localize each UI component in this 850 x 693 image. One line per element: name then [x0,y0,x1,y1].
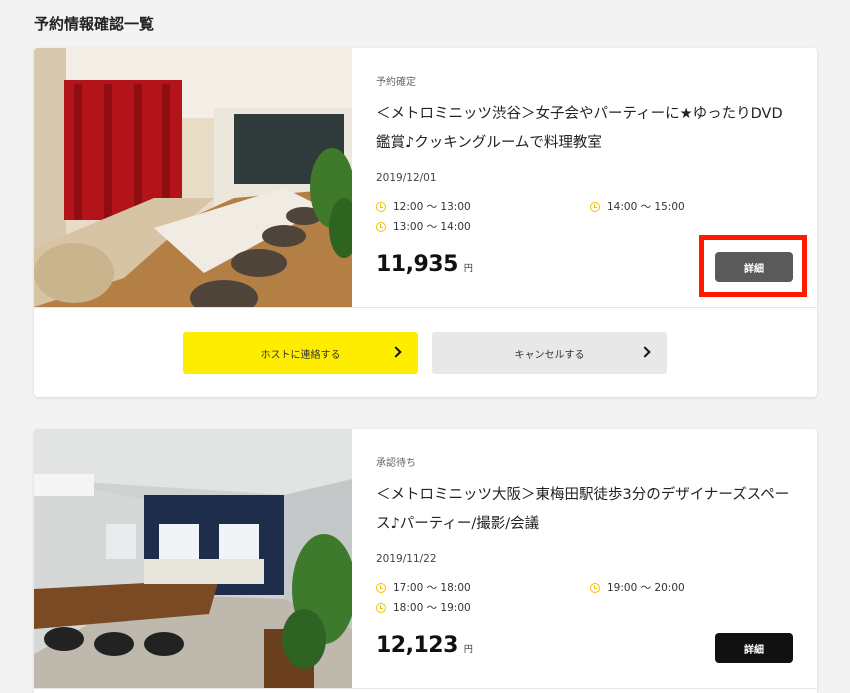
time-slot: 19:00 〜 20:00 [590,580,685,595]
page-title: 予約情報確認一覧 [34,15,155,33]
time-slot: 18:00 〜 19:00 [376,600,471,615]
space-title: ＜メトロミニッツ渋谷＞女子会やパーティーに★ゆったりDVD鑑賞♪クッキングルーム… [376,106,783,151]
space-photo [34,48,352,307]
time-slot: 12:00 〜 13:00 [376,199,471,214]
status-badge: 承認待ち [376,458,416,469]
reservation-card: 予約確定 ＜メトロミニッツ渋谷＞女子会やパーティーに★ゆったりDVD鑑賞♪クッキ… [34,48,817,397]
cancel-button[interactable]: キャンセルする [432,332,667,374]
time-slot: 13:00 〜 14:00 [376,219,471,234]
price: 12,123 円 [376,633,473,658]
divider [34,688,817,689]
space-title: ＜メトロミニッツ大阪＞東梅田駅徒歩3分のデザイナーズスペース♪パーティー/撮影/… [376,487,790,532]
clock-icon [590,582,600,593]
reservation-date: 2019/11/22 [376,553,437,565]
time-slot-text: 14:00 〜 15:00 [607,201,685,213]
reservation-card: 承認待ち ＜メトロミニッツ大阪＞東梅田駅徒歩3分のデザイナーズスペース♪パーティ… [34,429,817,693]
clock-icon [376,582,386,593]
contact-host-button[interactable]: ホストに連絡する [183,332,418,374]
chevron-right-icon [639,346,651,358]
detail-button[interactable]: 詳細 [715,252,793,282]
contact-host-label: ホストに連絡する [260,349,341,361]
space-photo [34,429,352,688]
reservation-date: 2019/12/01 [376,172,437,184]
time-slot: 17:00 〜 18:00 [376,580,471,595]
clock-icon [376,602,386,613]
clock-icon [590,201,600,212]
status-badge: 予約確定 [376,77,416,88]
time-slot-text: 19:00 〜 20:00 [607,582,685,594]
price-amount: 12,123 [376,633,458,658]
cancel-label: キャンセルする [514,349,585,361]
clock-icon [376,201,386,212]
time-slot: 14:00 〜 15:00 [590,199,685,214]
time-slot-text: 12:00 〜 13:00 [393,201,471,213]
divider [34,307,817,308]
time-slot-text: 13:00 〜 14:00 [393,221,471,233]
reservation-info: 予約確定 ＜メトロミニッツ渋谷＞女子会やパーティーに★ゆったりDVD鑑賞♪クッキ… [376,48,817,307]
time-slot-text: 17:00 〜 18:00 [393,582,471,594]
price: 11,935 円 [376,252,473,277]
clock-icon [376,221,386,232]
chevron-right-icon [390,346,402,358]
price-amount: 11,935 [376,252,458,277]
reservation-info: 承認待ち ＜メトロミニッツ大阪＞東梅田駅徒歩3分のデザイナーズスペース♪パーティ… [376,429,817,688]
time-slot-text: 18:00 〜 19:00 [393,602,471,614]
price-unit: 円 [463,645,473,655]
price-unit: 円 [463,264,473,274]
detail-button[interactable]: 詳細 [715,633,793,663]
